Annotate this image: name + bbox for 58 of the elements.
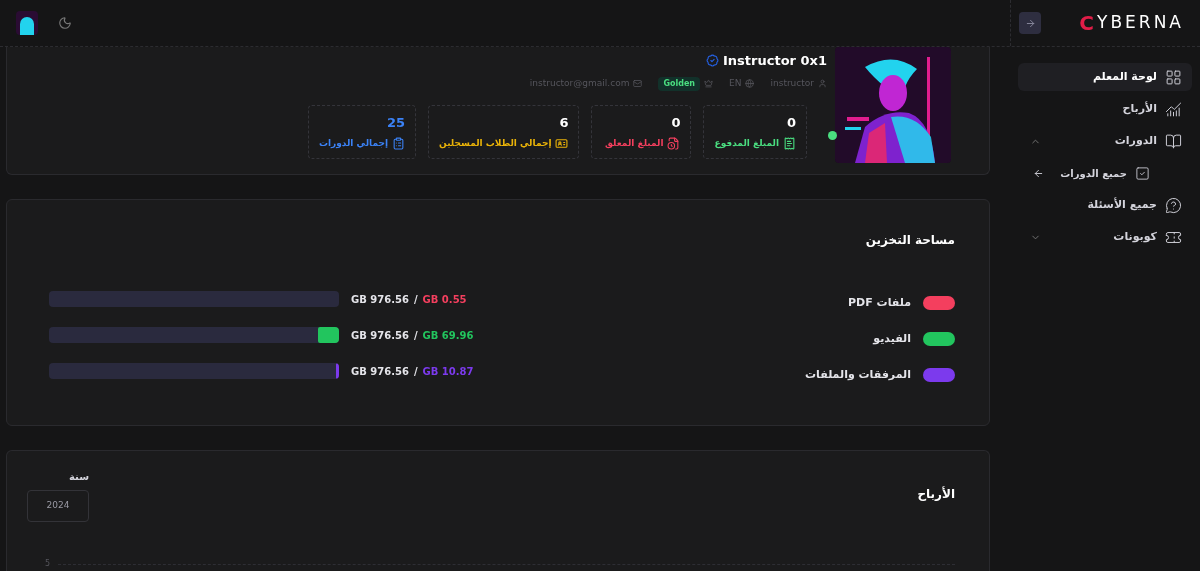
user-icon <box>818 79 827 88</box>
stat-label: المبلغ المعلق <box>605 136 664 150</box>
globe-icon <box>745 79 755 88</box>
sidebar-item[interactable]: كوبونات <box>1018 223 1192 251</box>
stat-value: 6 <box>558 114 569 132</box>
book-icon <box>1165 132 1182 150</box>
storage-used: GB 10.87 <box>422 364 474 379</box>
stat-label: المبلغ المدفوع <box>714 136 779 150</box>
grid-icon <box>1165 68 1182 86</box>
legend-label: الفيديو <box>873 330 911 347</box>
sidebar-subitem[interactable]: جميع الدورات <box>1018 159 1192 187</box>
stat-value: 0 <box>670 114 681 132</box>
sidebar-item[interactable]: الأرباح <box>1018 95 1192 123</box>
storage-total: GB 976.56 <box>351 328 409 343</box>
arrow-left-icon <box>1033 167 1045 179</box>
checkbox-icon <box>1135 165 1150 181</box>
sidebar-item[interactable]: الدورات <box>1018 127 1192 155</box>
file-clock-icon <box>667 136 681 150</box>
profile-detail: instructor@gmail.com <box>529 76 630 90</box>
profile-name: Instructor 0x1 <box>723 52 827 70</box>
year-field[interactable]: 2024 <box>27 490 89 522</box>
mail-icon <box>633 79 643 88</box>
axis-tick-label: 5 <box>44 558 51 570</box>
legend-label: المرفقات والملفات <box>805 366 911 383</box>
year-label: سنة <box>69 470 89 484</box>
sidebar-item[interactable]: لوحة المعلم <box>1018 63 1192 91</box>
stat-value: 0 <box>785 114 796 132</box>
storage-total: GB 976.56 <box>351 364 409 379</box>
card-title: مساحة التخزين <box>865 233 955 247</box>
clipboard-icon <box>392 136 406 150</box>
level-badge: Golden <box>658 76 701 91</box>
separator-slash: / <box>413 364 418 379</box>
logo-mark: C <box>1079 10 1098 37</box>
arrow-right-icon <box>1024 17 1036 29</box>
crown-icon <box>704 79 714 88</box>
sidebar-item[interactable]: جميع الأسئلة <box>1018 191 1192 219</box>
logo-text: YBERNA <box>1097 11 1184 35</box>
storage-used: GB 0.55 <box>422 292 467 307</box>
legend-label: ملفات PDF <box>848 294 911 311</box>
separator-slash: / <box>413 328 418 343</box>
card-title: الأرباح <box>917 485 955 503</box>
stat-value: 25 <box>385 114 406 132</box>
user-avatar[interactable] <box>16 11 38 35</box>
id-card-icon <box>555 136 569 150</box>
profile-detail: EN <box>729 76 742 90</box>
stat-label: إجمالي الدورات <box>318 136 389 150</box>
chart-icon <box>1165 100 1182 118</box>
question-bubble-icon <box>1165 196 1182 214</box>
storage-used: GB 69.96 <box>422 328 474 343</box>
moon-icon[interactable] <box>58 16 72 30</box>
collapse-button[interactable] <box>1019 12 1041 34</box>
receipt-icon <box>783 136 796 150</box>
separator-slash: / <box>413 292 418 307</box>
verified-icon <box>706 54 719 68</box>
logo[interactable]: C YBERNA <box>1079 8 1184 38</box>
profile-detail: instructor <box>770 76 814 90</box>
stat-label: إجمالي الطلاب المسجلين <box>439 136 552 150</box>
storage-total: GB 976.56 <box>351 292 409 307</box>
